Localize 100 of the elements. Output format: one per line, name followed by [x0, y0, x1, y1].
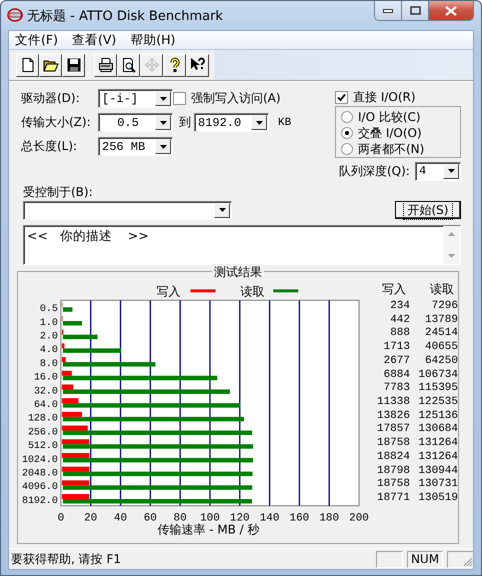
toolbar-button[interactable] — [117, 54, 140, 76]
axis-tick-label: 20 — [84, 512, 98, 525]
start-button[interactable]: 开始(S) — [395, 201, 461, 219]
axis-category-label: 128.0 — [28, 412, 58, 424]
table-cell-text: 125136 — [417, 410, 458, 424]
dropdown-arrow-button[interactable] — [155, 115, 171, 130]
toolbar-button[interactable] — [16, 54, 39, 76]
table-cell-text: 442 — [389, 314, 410, 328]
table-cell-text: 131264 — [417, 437, 458, 451]
toolbar-button[interactable] — [186, 54, 209, 76]
table-cell-text: 64250 — [424, 354, 458, 369]
minimize-icon — [383, 8, 393, 12]
dropdown-arrow-button[interactable] — [155, 91, 171, 106]
field-label: 驱动器(D): — [21, 90, 81, 107]
window-title: 无标题 - ATTO Disk Benchmark — [27, 8, 224, 25]
axis-category-label: 64.0 — [34, 399, 58, 410]
table-cell-text: 13789 — [424, 314, 458, 328]
radio-button[interactable] — [341, 111, 353, 123]
checkbox[interactable] — [335, 90, 348, 104]
table-cell-text: 18798 — [376, 464, 410, 478]
dropdown-arrow-button[interactable] — [251, 115, 267, 130]
dropdown[interactable]: 8192.0 — [194, 113, 269, 132]
axis-category-label: 512.0 — [28, 440, 58, 452]
checkbox[interactable] — [173, 92, 186, 105]
checkbox-label: 强制写入访问(A) — [191, 90, 281, 107]
table-cell-text: 18771 — [376, 492, 410, 506]
axis-tick-label: 60 — [144, 512, 157, 525]
table-cell-text: 130519 — [417, 492, 458, 506]
radio-label: 交叠 I/O(O) — [358, 124, 422, 142]
caret-icon — [448, 169, 454, 173]
dropdown[interactable]: 256 MB — [98, 137, 173, 156]
app-logo-icon — [7, 8, 23, 22]
caret-icon — [256, 120, 262, 124]
axis-category-label: 8.0 — [40, 358, 58, 369]
table-cell-text: 24514 — [424, 327, 458, 342]
table-cell-text: 7296 — [430, 300, 458, 314]
table-cell-text: 2677 — [382, 354, 410, 369]
field-label: 总长度(L): — [21, 138, 78, 155]
unit-label: KB — [278, 116, 292, 128]
radio-button[interactable] — [341, 127, 353, 139]
dropdown[interactable] — [23, 200, 232, 220]
num-indicator: NUM — [407, 550, 443, 568]
axis-category-label: 0.5 — [40, 303, 58, 314]
axis-title: 传输速率 - MB / 秒 — [157, 522, 260, 537]
maximize-icon — [410, 6, 420, 15]
table-cell-text: 7783 — [382, 382, 410, 396]
table-cell-text: 888 — [389, 327, 410, 342]
table-cell-text: 18758 — [376, 437, 410, 451]
field-label: 队列深度(Q): — [338, 162, 411, 180]
dropdown[interactable]: 4 — [415, 162, 461, 180]
radio-label: 两者都不(N) — [358, 140, 424, 158]
axis-tick-label: 140 — [260, 512, 280, 525]
minimize-button[interactable] — [375, 1, 402, 20]
page-icon — [20, 57, 36, 73]
legend-label: 写入 — [156, 284, 181, 298]
drive-dropdown[interactable]: [-i-] — [98, 89, 173, 108]
dropdown-arrow-button[interactable] — [443, 164, 459, 178]
field-label: 受控制于(B): — [23, 184, 94, 198]
table-cell-text: 122535 — [417, 396, 458, 410]
table-cell-text: 130731 — [417, 478, 458, 492]
page-magnifier-icon — [120, 57, 136, 73]
axis-category-label: 256.0 — [28, 426, 58, 438]
status-text: 要获得帮助, 请按 F1 — [10, 550, 122, 568]
toolbar-button[interactable] — [39, 54, 62, 76]
checkbox-label: 直接 I/O(R) — [353, 88, 416, 106]
menu-item[interactable]: 帮助(H) — [124, 32, 184, 48]
radio-button[interactable] — [341, 143, 353, 155]
column-header: 读取 — [429, 281, 455, 298]
caret-icon — [218, 208, 226, 212]
axis-category-label: 4096.0 — [22, 481, 58, 492]
menu-item[interactable]: 查看(V) — [66, 32, 124, 48]
axis-category-label: 4.0 — [40, 344, 58, 356]
toolbar-button[interactable] — [94, 54, 117, 76]
table-cell-text: 11338 — [376, 396, 410, 410]
description-field[interactable]: << 你的描述 >> — [23, 225, 461, 265]
caret-icon — [160, 96, 166, 100]
dropdown-arrow-button[interactable] — [214, 202, 230, 218]
field-label: 传输大小(Z): — [21, 114, 92, 131]
axis-tick-label: 0 — [58, 512, 64, 525]
toolbar-button[interactable] — [163, 54, 186, 76]
axis-tick-label: 120 — [230, 512, 250, 525]
axis-tick-label: 160 — [290, 512, 310, 525]
table-cell-text: 13826 — [376, 410, 410, 424]
axis-category-label: 2048.0 — [22, 467, 58, 478]
maximize-button[interactable] — [402, 1, 429, 20]
axis-category-label: 32.0 — [34, 385, 58, 396]
status-pane — [376, 550, 403, 568]
column-header: 写入 — [381, 281, 407, 298]
table-cell-text: 17857 — [376, 423, 410, 438]
table-cell-text: 40655 — [424, 341, 458, 355]
radio-label: I/O 比较(C) — [358, 108, 421, 126]
menu-item[interactable]: 文件(F) — [9, 32, 66, 48]
dropdown[interactable]: 0.5 — [98, 113, 173, 132]
axis-tick-label: 80 — [174, 512, 187, 525]
table-cell-text: 18758 — [376, 478, 410, 492]
axis-category-label: 2.0 — [40, 330, 58, 342]
toolbar-button[interactable] — [62, 54, 85, 76]
dropdown-arrow-button[interactable] — [155, 139, 171, 154]
axis-tick-label: 200 — [349, 512, 369, 525]
close-button[interactable] — [429, 1, 473, 20]
